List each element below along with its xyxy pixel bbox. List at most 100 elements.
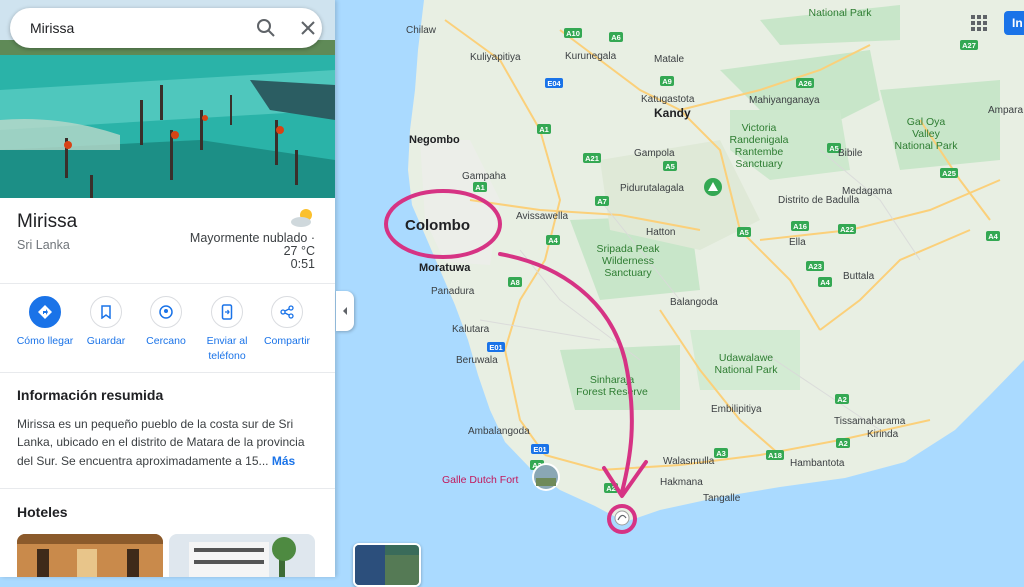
highway-shield: A22 [838, 224, 856, 234]
save-button[interactable]: Guardar [75, 296, 137, 349]
highway-shield: A2 [836, 438, 850, 448]
city-label: Kalutara [452, 324, 490, 335]
svg-text:Wilderness: Wilderness [602, 255, 654, 267]
nearby-button[interactable]: Cercano [135, 296, 197, 349]
city-label: Colombo [405, 217, 470, 234]
park-label: Victoria [742, 122, 777, 134]
highway-shield: A18 [766, 450, 784, 460]
svg-text:A2: A2 [837, 395, 847, 404]
hotel-card[interactable] [169, 534, 315, 577]
highway-shield: E01 [487, 342, 505, 352]
send-to-phone-label: Enviar al teléfono [206, 335, 248, 362]
park-label: Udawalawe [719, 352, 773, 364]
svg-text:A1: A1 [539, 125, 549, 134]
send-to-phone-icon [221, 304, 233, 320]
hotels-title: Hoteles [17, 504, 68, 520]
svg-text:Rantembe: Rantembe [735, 146, 784, 158]
svg-text:Sanctuary: Sanctuary [604, 267, 652, 279]
city-label: Walasmulla [663, 456, 715, 467]
city-label: Ella [789, 237, 806, 248]
send-to-phone-button[interactable]: Enviar al teléfono [196, 296, 258, 364]
directions-label: Cómo llegar [16, 335, 74, 347]
share-label: Compartir [263, 335, 311, 347]
bookmark-icon [101, 305, 111, 319]
city-label: Kirinda [867, 429, 899, 440]
city-label: Ampara [988, 105, 1023, 116]
summary-text: Mirissa es un pequeño pueblo de la costa… [17, 417, 305, 468]
highway-shield: A4 [546, 235, 560, 245]
place-title: Mirissa [17, 211, 78, 232]
search-box[interactable]: Mirissa [10, 8, 322, 48]
svg-text:A4: A4 [820, 278, 830, 287]
place-marker-icon [614, 510, 630, 526]
city-label: Kuliyapitiya [470, 52, 521, 63]
svg-text:A16: A16 [793, 222, 807, 231]
park-label: Sripada Peak [596, 243, 660, 255]
highway-shield: A23 [806, 261, 824, 271]
svg-text:E04: E04 [547, 79, 561, 88]
highway-shield: A1 [473, 182, 487, 192]
svg-text:E01: E01 [489, 343, 502, 352]
sign-in-button[interactable]: In [1004, 11, 1024, 35]
svg-text:A1: A1 [475, 183, 485, 192]
city-label: Gampola [634, 148, 675, 159]
svg-text:A3: A3 [716, 449, 726, 458]
svg-text:A22: A22 [840, 225, 854, 234]
city-label: Negombo [409, 134, 460, 146]
highway-shield: A4 [986, 231, 1000, 241]
city-label: Hambantota [790, 458, 845, 469]
svg-text:A4: A4 [548, 236, 558, 245]
mountain-pin-icon [704, 178, 722, 196]
weather-time: 0:51 [290, 257, 315, 271]
highway-shield: A1 [537, 124, 551, 134]
place-panel: Mirissa Mirissa Sri Lanka Mayormente nub… [0, 0, 335, 577]
svg-text:A26: A26 [798, 79, 812, 88]
city-label: Buttala [843, 271, 875, 282]
city-label: Mahiyanganaya [749, 95, 820, 106]
search-input[interactable]: Mirissa [30, 20, 74, 36]
share-button[interactable]: Compartir [256, 296, 318, 349]
city-label: Kurunegala [565, 51, 617, 62]
directions-button[interactable]: Cómo llegar [14, 296, 76, 349]
city-label: Embilipitiya [711, 404, 762, 415]
poi-label: Galle Dutch Fort [442, 474, 519, 486]
city-label: Katugastota [641, 94, 695, 105]
collapse-panel-button[interactable] [336, 291, 354, 331]
city-label: Panadura [431, 286, 475, 297]
city-label: Avissawella [516, 211, 568, 222]
svg-text:E01: E01 [533, 445, 546, 454]
svg-text:A4: A4 [988, 232, 998, 241]
svg-text:A23: A23 [808, 262, 822, 271]
highway-shield: A5 [663, 161, 677, 171]
svg-text:A21: A21 [585, 154, 599, 163]
search-icon[interactable] [256, 18, 276, 38]
divider [0, 372, 335, 373]
svg-text:National Park: National Park [714, 364, 778, 376]
highway-shield: E04 [545, 78, 563, 88]
apps-grid-icon[interactable] [968, 12, 990, 34]
divider [0, 488, 335, 489]
highway-shield: A7 [595, 196, 609, 206]
highway-shield: A10 [564, 28, 582, 38]
layers-toggle-button[interactable] [353, 543, 421, 587]
city-label: Balangoda [670, 297, 718, 308]
highway-shield: A2 [835, 394, 849, 404]
city-label: Tissamaharama [834, 416, 906, 427]
chevron-left-icon [343, 307, 347, 315]
svg-text:A6: A6 [611, 33, 621, 42]
highway-shield: A5 [737, 227, 751, 237]
svg-text:Valley: Valley [912, 128, 941, 140]
highway-shield: A25 [940, 168, 958, 178]
close-icon[interactable] [298, 18, 318, 38]
summary-title: Información resumida [17, 387, 164, 403]
save-label: Guardar [86, 335, 126, 347]
svg-text:Sanctuary: Sanctuary [735, 158, 783, 170]
weather-condition: Mayormente nublado · [189, 231, 315, 245]
more-link[interactable]: Más [272, 454, 295, 468]
svg-text:A8: A8 [510, 278, 520, 287]
svg-text:A7: A7 [597, 197, 607, 206]
highway-shield: A16 [791, 221, 809, 231]
highway-shield: E01 [531, 444, 549, 454]
hotel-card[interactable] [17, 534, 163, 577]
highway-shield: A4 [818, 277, 832, 287]
